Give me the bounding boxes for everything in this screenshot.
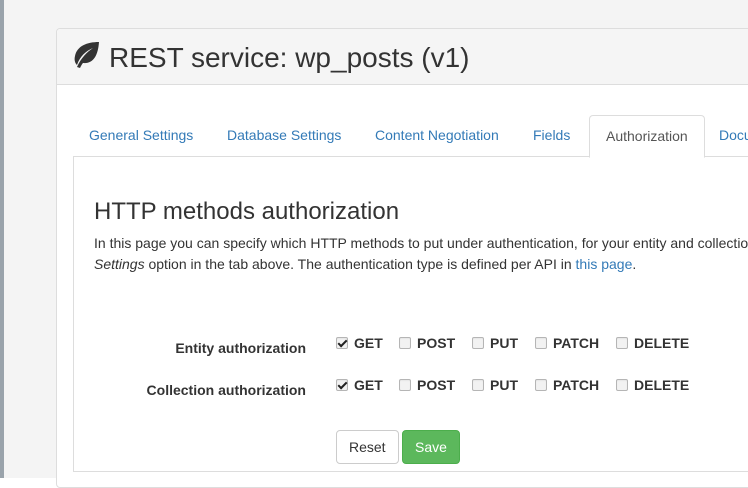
collection-post-checkbox[interactable]	[399, 379, 411, 391]
tab-general-settings[interactable]: General Settings	[73, 115, 209, 157]
method-label: DELETE	[634, 335, 690, 351]
method-label: GET	[354, 377, 383, 393]
method-label: PUT	[490, 335, 518, 351]
method-label: PUT	[490, 377, 518, 393]
tab-content: HTTP methods authorization In this page …	[73, 156, 748, 472]
collection-put-option[interactable]: PUT	[472, 376, 518, 394]
description-settings-term: Settings	[94, 256, 145, 272]
collection-patch-checkbox[interactable]	[535, 379, 547, 391]
page-title: REST service: wp_posts (v1)	[109, 42, 470, 73]
service-panel: REST service: wp_posts (v1) General Sett…	[56, 28, 748, 488]
entity-patch-checkbox[interactable]	[535, 337, 547, 349]
entity-delete-option[interactable]: DELETE	[616, 334, 689, 352]
panel-heading: REST service: wp_posts (v1)	[57, 29, 748, 85]
tab-fields[interactable]: Fields	[517, 115, 586, 157]
collection-delete-checkbox[interactable]	[616, 379, 628, 391]
entity-patch-option[interactable]: PATCH	[535, 334, 599, 352]
tab-documentation[interactable]: Docu	[703, 115, 748, 157]
tab-database-settings[interactable]: Database Settings	[211, 115, 357, 157]
method-label: POST	[417, 377, 456, 393]
method-label: PATCH	[553, 377, 600, 393]
tab-bar: General Settings Database Settings Conte…	[73, 115, 748, 158]
api-settings-link[interactable]: this page	[576, 256, 633, 272]
method-label: DELETE	[634, 377, 690, 393]
section-heading: HTTP methods authorization	[94, 198, 400, 225]
method-label: GET	[354, 335, 383, 351]
description-text: In this page you can specify which HTTP …	[94, 233, 748, 275]
entity-post-checkbox[interactable]	[399, 337, 411, 349]
collection-authorization-label: Collection authorization	[146, 382, 306, 398]
collection-get-option[interactable]: GET	[336, 376, 383, 394]
collection-get-checkbox[interactable]	[336, 379, 348, 391]
entity-put-option[interactable]: PUT	[472, 334, 518, 352]
entity-put-checkbox[interactable]	[472, 337, 484, 349]
description-end: .	[632, 256, 637, 272]
collection-post-option[interactable]: POST	[399, 376, 455, 394]
entity-post-option[interactable]: POST	[399, 334, 455, 352]
description-middle: option in the tab above. The authenticat…	[144, 256, 576, 272]
reset-button[interactable]: Reset	[336, 430, 399, 464]
tab-content-negotiation[interactable]: Content Negotiation	[359, 115, 515, 157]
collection-patch-option[interactable]: PATCH	[535, 376, 599, 394]
entity-authorization-label: Entity authorization	[175, 340, 306, 356]
entity-get-checkbox[interactable]	[336, 337, 348, 349]
description-line-2: Settings option in the tab above. The au…	[94, 254, 748, 275]
collection-put-checkbox[interactable]	[472, 379, 484, 391]
collection-delete-option[interactable]: DELETE	[616, 376, 689, 394]
save-button[interactable]: Save	[402, 430, 460, 464]
method-label: POST	[417, 335, 456, 351]
method-label: PATCH	[553, 335, 600, 351]
leaf-icon	[74, 42, 99, 68]
tab-authorization[interactable]: Authorization	[589, 115, 705, 158]
entity-get-option[interactable]: GET	[336, 334, 383, 352]
description-line-1: In this page you can specify which HTTP …	[94, 235, 748, 251]
entity-delete-checkbox[interactable]	[616, 337, 628, 349]
